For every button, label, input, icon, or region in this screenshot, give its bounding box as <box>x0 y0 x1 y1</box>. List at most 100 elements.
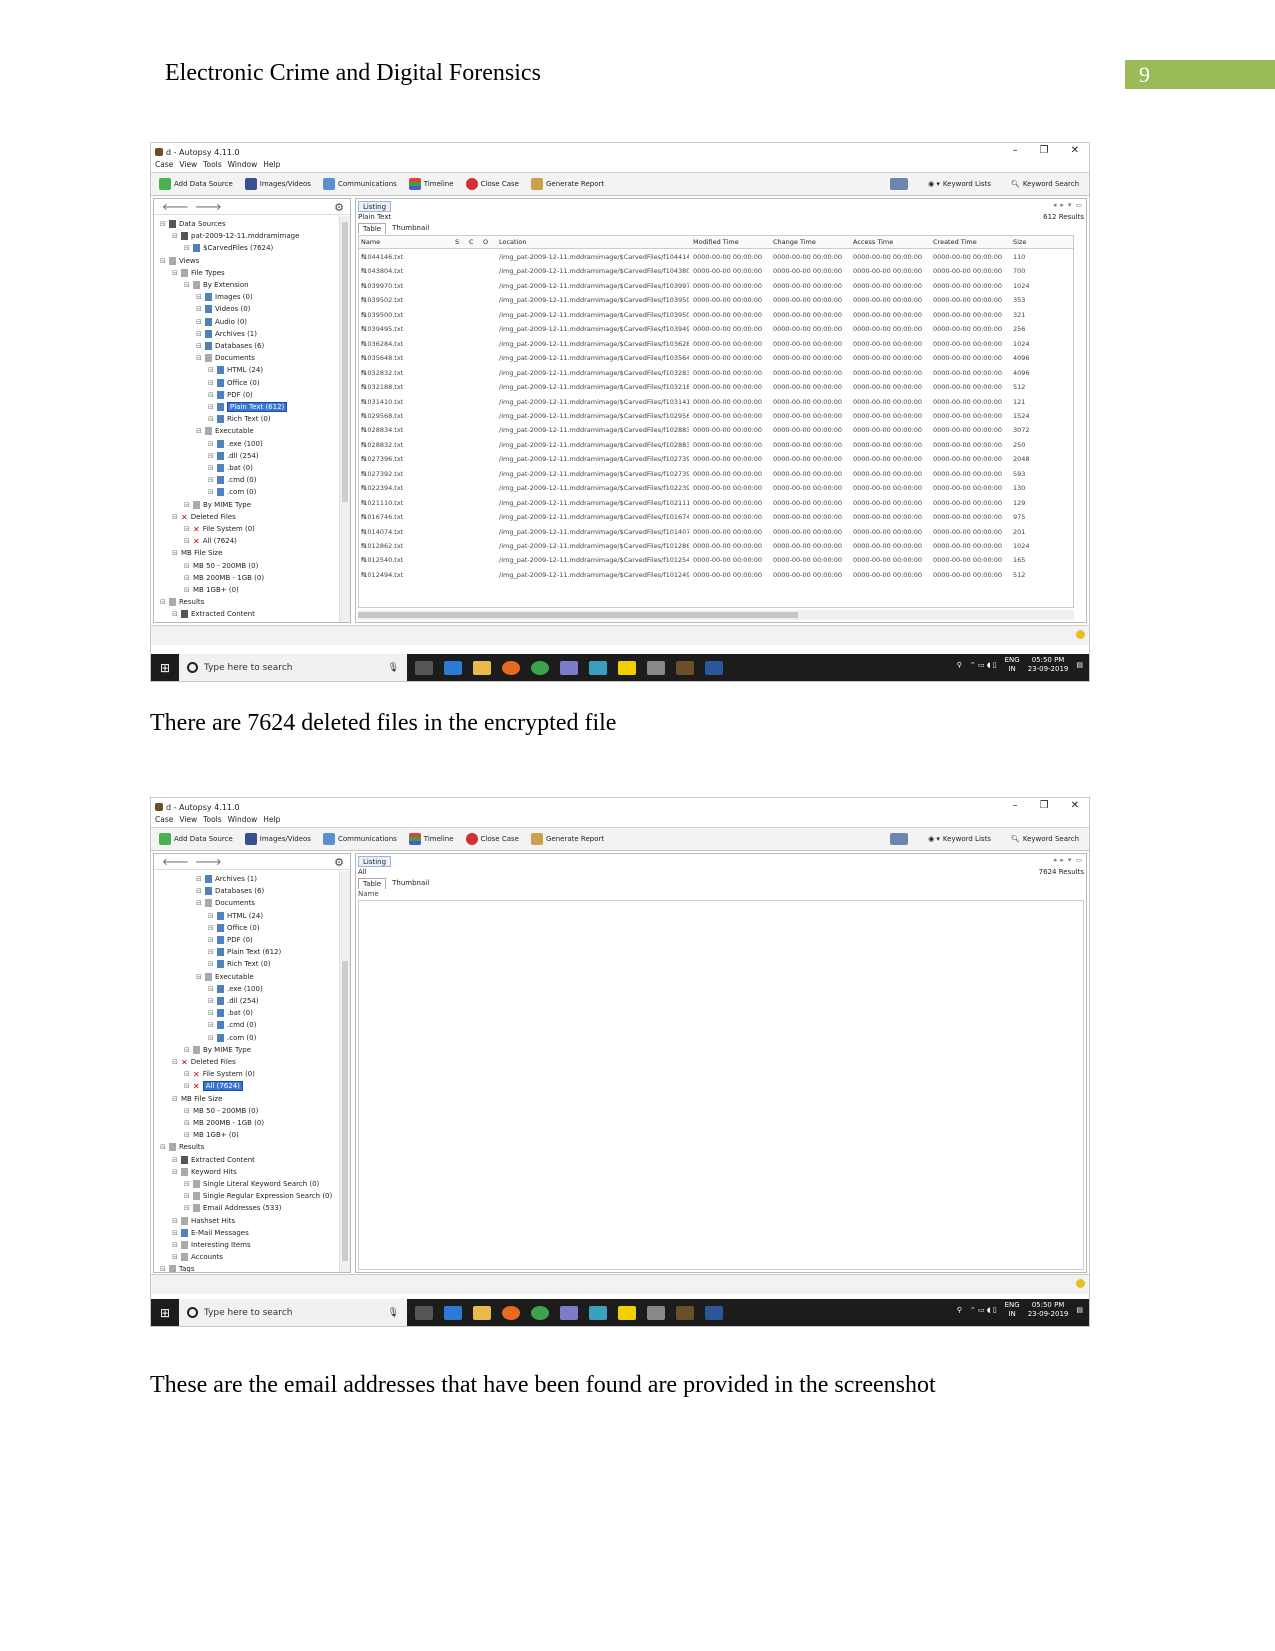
tree-node[interactable]: ⊟ ✕ Deleted Files <box>172 511 236 523</box>
notification-icon[interactable]: ▤ <box>1076 661 1083 669</box>
table-row[interactable]: ✎ f1028832.txt/img_pat-2009-12-11.mddrami… <box>359 438 1073 453</box>
firefox-icon[interactable] <box>502 1305 520 1320</box>
edge-icon[interactable] <box>444 660 462 675</box>
close-icon[interactable]: ✕ <box>1071 145 1079 156</box>
tree-node[interactable]: ⊟ MB 1GB+ (0) <box>184 584 239 596</box>
gear-icon[interactable]: ⚙ <box>334 856 344 869</box>
table-row[interactable]: ✎ f1044146.txt/img_pat-2009-12-11.mddrami… <box>359 250 1073 265</box>
table-row[interactable]: ✎ f1021110.txt/img_pat-2009-12-11.mddrami… <box>359 496 1073 511</box>
tree-node[interactable]: ⊟ Plain Text (612) <box>208 946 281 958</box>
add-data-source-button[interactable]: Add Data Source <box>159 178 233 190</box>
table-row[interactable]: ✎ f1039502.txt/img_pat-2009-12-11.mddrami… <box>359 293 1073 308</box>
tree-expander-icon[interactable]: ⊟ <box>184 1180 190 1188</box>
edge-icon[interactable] <box>444 1305 462 1320</box>
tree-node[interactable]: ⊟ MB 200MB - 1GB (0) <box>184 1117 264 1129</box>
table-row[interactable]: ✎ f1012494.txt/img_pat-2009-12-11.mddrami… <box>359 568 1073 583</box>
tree-node[interactable]: ⊟ MB 50 - 200MB (0) <box>184 560 258 572</box>
close-case-button[interactable]: Close Case <box>465 833 519 845</box>
paint-icon[interactable] <box>560 660 578 675</box>
minimize-icon[interactable]: – <box>1013 800 1018 811</box>
table-row[interactable]: ✎ f1039970.txt/img_pat-2009-12-11.mddrami… <box>359 279 1073 294</box>
keyword-lists-button[interactable]: ◉ ▾ Keyword Lists <box>928 835 991 843</box>
images-videos-button[interactable]: Images/Videos <box>244 833 311 845</box>
tree-node[interactable]: ⊟ Documents <box>196 352 255 364</box>
firefox-icon[interactable] <box>502 660 520 675</box>
column-header[interactable]: Location <box>499 236 527 249</box>
language-indicator[interactable]: ENG IN <box>1005 1301 1020 1319</box>
tree-node[interactable]: ⊟ By MIME Type <box>184 499 251 511</box>
tree-node[interactable]: ⊟ Rich Text (0) <box>208 958 271 970</box>
menu-tools[interactable]: Tools <box>203 160 221 171</box>
prev-icon[interactable]: ◂ <box>1053 856 1057 864</box>
tree-expander-icon[interactable]: ⊟ <box>208 403 214 411</box>
tree-node[interactable]: ⊟ .dll (254) <box>208 995 259 1007</box>
images-videos-button[interactable]: Images/Videos <box>244 178 311 190</box>
menu-help[interactable]: Help <box>263 815 280 826</box>
tree-node[interactable]: ⊟ Rich Text (0) <box>208 413 271 425</box>
dropdown-icon[interactable]: ▾ <box>1068 856 1072 864</box>
back-arrow-icon[interactable]: 🡐 <box>162 201 189 213</box>
file-explorer-icon[interactable] <box>473 660 491 675</box>
table-row[interactable]: ✎ f1027396.txt/img_pat-2009-12-11.mddrami… <box>359 452 1073 467</box>
tree-expander-icon[interactable]: ⊟ <box>196 342 202 350</box>
column-header[interactable]: Modified Time <box>693 236 739 249</box>
name-column-header[interactable]: Name <box>358 890 379 898</box>
menu-view[interactable]: View <box>179 160 197 171</box>
tree-node[interactable]: ⊟ Archives (1) <box>196 873 257 885</box>
sticky-notes-icon[interactable] <box>618 660 636 675</box>
tree-expander-icon[interactable]: ⊟ <box>208 366 214 374</box>
tree-node[interactable]: ⊟ Executable <box>196 425 254 437</box>
column-header[interactable]: Size <box>1013 236 1026 249</box>
tree-expander-icon[interactable]: ⊟ <box>208 948 214 956</box>
microphone-icon[interactable]: 🎙︎ <box>388 663 399 673</box>
table-row[interactable]: ✎ f1022394.txt/img_pat-2009-12-11.mddrami… <box>359 481 1073 496</box>
camera-icon[interactable] <box>589 660 607 675</box>
tree-expander-icon[interactable]: ⊟ <box>160 1265 166 1272</box>
tree-expander-icon[interactable]: ⊟ <box>172 610 178 618</box>
tree-node[interactable]: ⊟ Executable <box>196 971 254 983</box>
tree-node[interactable]: ⊟ Images (0) <box>196 291 253 303</box>
tab-table[interactable]: Table <box>358 223 387 234</box>
tree-expander-icon[interactable]: ⊟ <box>184 1107 190 1115</box>
tree-node[interactable]: ⊟ Office (0) <box>208 377 260 389</box>
tree-expander-icon[interactable]: ⊟ <box>172 1058 178 1066</box>
tree-expander-icon[interactable]: ⊟ <box>196 305 202 313</box>
tree-expander-icon[interactable]: ⊟ <box>208 1034 214 1042</box>
microphone-icon[interactable]: 🎙︎ <box>388 1308 399 1318</box>
tree-expander-icon[interactable]: ⊟ <box>196 318 202 326</box>
tree-expander-icon[interactable]: ⊟ <box>208 924 214 932</box>
tree-expander-icon[interactable]: ⊟ <box>208 997 214 1005</box>
table-row[interactable]: ✎ f1039495.txt/img_pat-2009-12-11.mddrami… <box>359 322 1073 337</box>
tree-expander-icon[interactable]: ⊟ <box>208 912 214 920</box>
tree-node[interactable]: ⊟ ✕ Deleted Files <box>172 1056 236 1068</box>
minimize-icon[interactable]: – <box>1013 145 1018 156</box>
tree-expander-icon[interactable]: ⊟ <box>208 452 214 460</box>
tree-expander-icon[interactable]: ⊟ <box>184 1204 190 1212</box>
mail-icon[interactable] <box>890 178 909 190</box>
table-row[interactable]: ✎ f1029568.txt/img_pat-2009-12-11.mddrami… <box>359 409 1073 424</box>
column-header[interactable]: Access Time <box>853 236 893 249</box>
windows-start-icon[interactable]: ⊞ <box>151 1299 179 1326</box>
tree-node[interactable]: ⊟ $CarvedFiles (7624) <box>184 242 273 254</box>
tree-node[interactable]: ⊟ HTML (24) <box>208 364 263 376</box>
tree-node[interactable]: ⊟ MB File Size <box>172 1093 222 1105</box>
tree-node[interactable]: ⊟ ✕ File System (0) <box>184 523 255 535</box>
tree-node[interactable]: ⊟ MB File Size <box>172 547 222 559</box>
tree-node[interactable]: ⊟ ✕ All (7624) <box>184 1080 243 1092</box>
chrome-icon[interactable] <box>531 660 549 675</box>
tree-node[interactable]: ⊟ By Extension <box>184 279 249 291</box>
tree-expander-icon[interactable]: ⊟ <box>184 244 190 252</box>
tree-node[interactable]: ⊟ .bat (0) <box>208 1007 253 1019</box>
tree-node[interactable]: ⊟ pat-2009-12-11.mddramimage <box>172 230 299 242</box>
table-row[interactable]: ✎ f1028834.txt/img_pat-2009-12-11.mddrami… <box>359 423 1073 438</box>
tab-table[interactable]: Table <box>358 878 387 889</box>
tree-expander-icon[interactable]: ⊟ <box>184 1192 190 1200</box>
menu-tools[interactable]: Tools <box>203 815 221 826</box>
tree-node[interactable]: ⊟ HTML (24) <box>208 910 263 922</box>
tree-expander-icon[interactable]: ⊟ <box>172 1229 178 1237</box>
camera-icon[interactable] <box>589 1305 607 1320</box>
next-icon[interactable]: ▸ <box>1060 201 1064 209</box>
communications-button[interactable]: Communications <box>322 178 397 190</box>
tree-node[interactable]: ⊟ Single Literal Keyword Search (0) <box>184 1178 319 1190</box>
tree-expander-icon[interactable]: ⊟ <box>184 281 190 289</box>
